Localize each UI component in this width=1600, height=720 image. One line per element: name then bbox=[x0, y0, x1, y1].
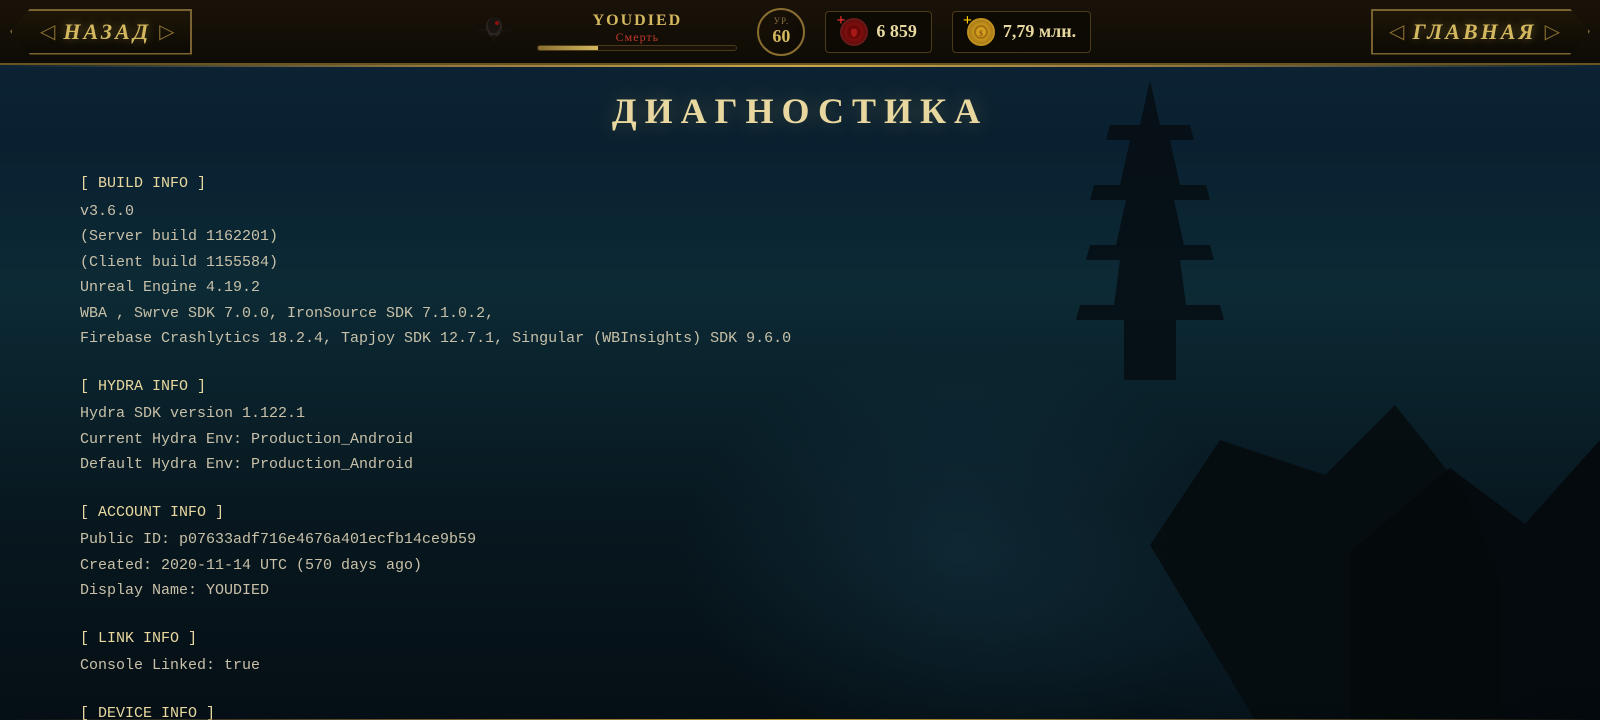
arrow-right-2-icon: ▷ bbox=[1545, 19, 1560, 44]
character-name: YOUDIED bbox=[593, 12, 683, 30]
xp-bar bbox=[537, 45, 737, 51]
sdk-line2: Firebase Crashlytics 18.2.4, Tapjoy SDK … bbox=[80, 326, 1520, 352]
top-center: YOUDIED Смерть УР. 60 6 859 bbox=[192, 8, 1371, 56]
gold-resource: $ 7,79 млн. bbox=[952, 11, 1091, 53]
link-info-header: [ LINK INFO ] bbox=[80, 626, 1520, 652]
xp-fill bbox=[538, 46, 597, 50]
account-created: Created: 2020-11-14 UTC (570 days ago) bbox=[80, 553, 1520, 579]
hydra-sdk-version: Hydra SDK version 1.122.1 bbox=[80, 401, 1520, 427]
back-button[interactable]: ◁ НАЗАД ▷ bbox=[10, 9, 192, 55]
build-version: v3.6.0 bbox=[80, 199, 1520, 225]
health-value: 6 859 bbox=[876, 21, 917, 42]
account-display-name: Display Name: YOUDIED bbox=[80, 578, 1520, 604]
svg-text:$: $ bbox=[979, 29, 983, 38]
gold-value: 7,79 млн. bbox=[1003, 21, 1076, 42]
character-status: Смерть bbox=[616, 30, 659, 45]
account-public-id: Public ID: p07633adf716e4676a401ecfb14ce… bbox=[80, 527, 1520, 553]
arrow-left-2-icon: ◁ bbox=[1389, 19, 1404, 44]
sdk-line1: WBA , Swrve SDK 7.0.0, IronSource SDK 7.… bbox=[80, 301, 1520, 327]
gap-2 bbox=[80, 478, 1520, 486]
level-badge: УР. 60 bbox=[757, 8, 805, 56]
home-label: ГЛАВНАЯ bbox=[1412, 19, 1536, 45]
hydra-default-env: Default Hydra Env: Production_Android bbox=[80, 452, 1520, 478]
diagnostics-text: [ BUILD INFO ] v3.6.0 (Server build 1162… bbox=[0, 147, 1600, 720]
character-section: YOUDIED Смерть bbox=[537, 12, 737, 51]
bird-icon bbox=[472, 9, 517, 54]
back-label: НАЗАД bbox=[63, 19, 151, 45]
page-title: ДИАГНОСТИКА bbox=[0, 70, 1600, 147]
level-label: УР. bbox=[774, 16, 790, 26]
gold-line-top bbox=[0, 65, 1600, 67]
hydra-current-env: Current Hydra Env: Production_Android bbox=[80, 427, 1520, 453]
link-console-linked: Console Linked: true bbox=[80, 653, 1520, 679]
gap-3 bbox=[80, 604, 1520, 612]
client-build: (Client build 1155584) bbox=[80, 250, 1520, 276]
server-build: (Server build 1162201) bbox=[80, 224, 1520, 250]
health-icon bbox=[840, 18, 868, 46]
build-info-header: [ BUILD INFO ] bbox=[80, 171, 1520, 197]
gold-icon: $ bbox=[967, 18, 995, 46]
level-number: 60 bbox=[772, 26, 790, 47]
arrow-left-icon: ◁ bbox=[40, 19, 55, 44]
account-info-header: [ ACCOUNT INFO ] bbox=[80, 500, 1520, 526]
main-content: ДИАГНОСТИКА [ BUILD INFO ] v3.6.0 (Serve… bbox=[0, 70, 1600, 720]
gap-4 bbox=[80, 679, 1520, 687]
gap-1 bbox=[80, 352, 1520, 360]
hydra-info-header: [ HYDRA INFO ] bbox=[80, 374, 1520, 400]
arrow-right-icon: ▷ bbox=[159, 19, 174, 44]
device-info-header: [ DEVICE INFO ] bbox=[80, 701, 1520, 720]
health-resource: 6 859 bbox=[825, 11, 932, 53]
unreal-engine: Unreal Engine 4.19.2 bbox=[80, 275, 1520, 301]
home-button[interactable]: ◁ ГЛАВНАЯ ▷ bbox=[1371, 9, 1590, 55]
top-bar: ◁ НАЗАД ▷ YOUDIED Смерть УР. bbox=[0, 0, 1600, 65]
